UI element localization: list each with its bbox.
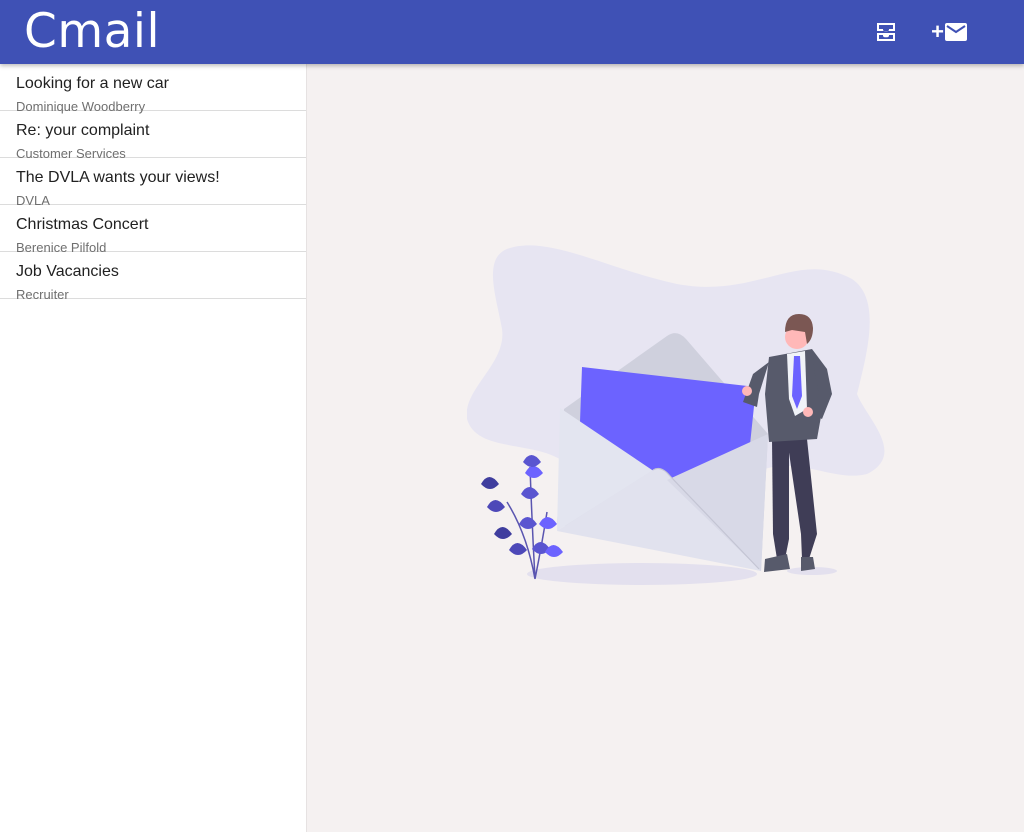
all-inbox-icon	[877, 23, 895, 41]
envelope-person-illustration	[467, 245, 885, 585]
app-bar: Cmail +	[0, 0, 1024, 64]
email-subject: Looking for a new car	[16, 75, 169, 92]
email-subject: Re: your complaint	[16, 122, 150, 139]
email-list-item[interactable]: Looking for a new car Dominique Woodberr…	[0, 64, 306, 114]
email-sender: Recruiter	[16, 287, 69, 302]
app-title: Cmail	[24, 4, 161, 59]
plus-icon: +	[931, 19, 944, 44]
email-subject: The DVLA wants your views!	[16, 169, 220, 186]
email-list-item[interactable]: The DVLA wants your views! DVLA	[0, 158, 306, 208]
email-subject: Christmas Concert	[16, 216, 149, 233]
inbox-button[interactable]	[870, 16, 902, 48]
mail-icon	[944, 23, 967, 41]
reading-pane	[307, 64, 1024, 832]
email-list-item[interactable]: Christmas Concert Berenice Pilfold	[0, 205, 306, 255]
email-list: Looking for a new car Dominique Woodberr…	[0, 64, 307, 832]
email-list-item[interactable]: Job Vacancies Recruiter	[0, 252, 306, 302]
email-list-item[interactable]: Re: your complaint Customer Services	[0, 111, 306, 161]
compose-button[interactable]: +	[926, 16, 972, 48]
email-subject: Job Vacancies	[16, 263, 119, 280]
